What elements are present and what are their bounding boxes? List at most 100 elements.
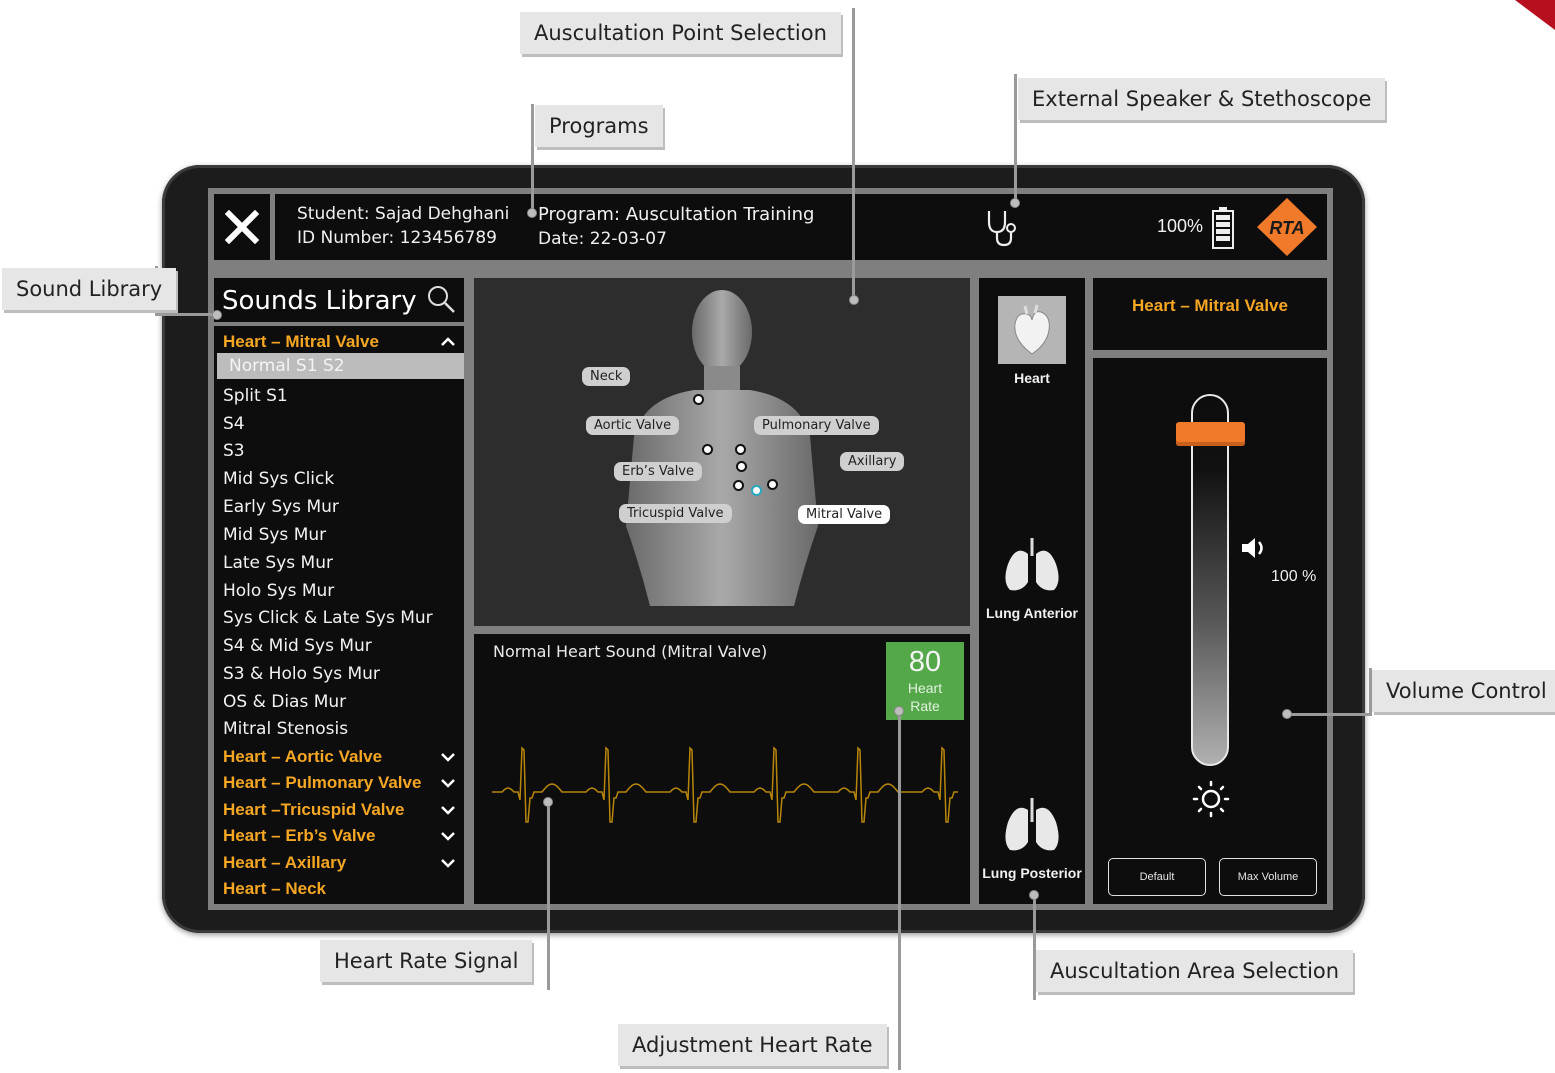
heart-rate-value: 80 xyxy=(908,646,942,678)
selected-sound-label: Normal S1 S2 xyxy=(229,356,345,376)
leader-line xyxy=(1290,713,1372,716)
brightness-icon[interactable] xyxy=(1192,780,1230,818)
area-lung-posterior-button[interactable]: Lung Posterior xyxy=(979,796,1085,881)
leader-dot xyxy=(543,797,553,807)
point-neck[interactable] xyxy=(693,394,704,405)
chevron-down-icon[interactable] xyxy=(440,828,456,844)
auscultation-area-selector: Heart Lung Anterior Lung Posterior xyxy=(979,278,1085,904)
area-lung-anterior-button[interactable]: Lung Anterior xyxy=(979,536,1085,621)
sound-item[interactable]: Late Sys Mur xyxy=(223,553,333,573)
point-label-tricuspid[interactable]: Tricuspid Valve xyxy=(619,504,732,523)
header-bar: Student: Sajad Dehghani ID Number: 12345… xyxy=(275,194,1327,260)
lungs-icon xyxy=(1005,538,1059,591)
leader-dot xyxy=(1029,890,1039,900)
chevron-up-icon[interactable] xyxy=(440,334,456,350)
stethoscope-icon[interactable] xyxy=(983,208,1019,248)
sounds-library-list: Heart – Mitral Valve Normal S1 S2 Split … xyxy=(214,326,464,904)
point-label-neck[interactable]: Neck xyxy=(582,367,631,386)
battery-icon xyxy=(1212,207,1234,249)
student-name: Student: Sajad Dehghani xyxy=(297,204,510,224)
volume-control-panel: 100 % Default Max Volume xyxy=(1093,358,1327,904)
student-id: ID Number: 123456789 xyxy=(297,228,497,248)
sound-item[interactable]: S3 xyxy=(223,441,245,461)
leader-line xyxy=(852,8,855,300)
sound-item[interactable]: Holo Sys Mur xyxy=(223,581,334,601)
speaker-icon xyxy=(1242,538,1263,558)
sound-item[interactable]: S4 xyxy=(223,414,245,434)
leader-dot xyxy=(849,295,859,305)
category-mitral-valve[interactable]: Heart – Mitral Valve xyxy=(223,332,379,352)
point-aortic[interactable] xyxy=(702,444,713,455)
area-lung-anterior-label: Lung Anterior xyxy=(985,605,1079,621)
max-volume-button[interactable]: Max Volume xyxy=(1219,858,1317,896)
point-label-pulmonary[interactable]: Pulmonary Valve xyxy=(754,416,879,435)
sound-item[interactable]: OS & Dias Mur xyxy=(223,692,346,712)
lungs-posterior-icon xyxy=(1005,798,1059,851)
point-tricuspid[interactable] xyxy=(733,480,744,491)
point-erbs[interactable] xyxy=(736,461,747,472)
point-axillary[interactable] xyxy=(767,479,778,490)
search-icon[interactable] xyxy=(426,284,456,314)
callout-auscultation-point: Auscultation Point Selection xyxy=(520,12,841,54)
program-date: Date: 22-03-07 xyxy=(538,229,667,249)
callout-adjust-heart-rate: Adjustment Heart Rate xyxy=(618,1024,887,1066)
sound-item[interactable]: Mid Sys Click xyxy=(223,469,334,489)
heart-signal-trace xyxy=(492,746,958,823)
category-neck[interactable]: Heart – Neck xyxy=(223,879,326,899)
battery-percent: 100% xyxy=(1157,216,1204,236)
point-mitral[interactable] xyxy=(751,485,762,496)
close-button[interactable] xyxy=(214,194,270,260)
category-erbs-valve[interactable]: Heart – Erb’s Valve xyxy=(223,826,375,846)
point-label-aortic[interactable]: Aortic Valve xyxy=(586,416,680,435)
signal-title: Normal Heart Sound (Mitral Valve) xyxy=(493,642,768,661)
chevron-down-icon[interactable] xyxy=(440,749,456,765)
leader-line xyxy=(531,104,534,214)
leader-line xyxy=(1014,74,1017,202)
area-heart-label: Heart xyxy=(1014,370,1050,386)
sound-item[interactable]: Sys Click & Late Sys Mur xyxy=(223,608,433,628)
volume-slider-thumb[interactable] xyxy=(1176,422,1245,446)
library-title: Sounds Library xyxy=(222,286,417,316)
leader-dot xyxy=(1010,198,1020,208)
callout-external-speaker: External Speaker & Stethoscope xyxy=(1018,78,1386,120)
leader-line xyxy=(547,802,550,990)
point-pulmonary[interactable] xyxy=(735,444,746,455)
selected-sound-item[interactable]: Normal S1 S2 xyxy=(217,353,464,379)
sound-item[interactable]: Early Sys Mur xyxy=(223,497,339,517)
library-header: Sounds Library xyxy=(214,278,464,322)
category-axillary[interactable]: Heart – Axillary xyxy=(223,853,346,873)
torso-figure xyxy=(626,290,818,606)
point-label-axillary[interactable]: Axillary xyxy=(840,452,905,471)
chevron-down-icon[interactable] xyxy=(440,802,456,818)
heart-icon xyxy=(998,296,1066,364)
volume-sound-title: Heart – Mitral Valve xyxy=(1132,296,1288,315)
sound-item[interactable]: Mid Sys Mur xyxy=(223,525,326,545)
leader-dot xyxy=(527,208,537,218)
sound-item[interactable]: S3 & Holo Sys Mur xyxy=(223,664,380,684)
area-heart-button[interactable]: Heart xyxy=(979,296,1085,386)
point-label-mitral[interactable]: Mitral Valve xyxy=(798,505,891,524)
svg-text:RTA: RTA xyxy=(1269,218,1304,238)
corner-mark xyxy=(1515,0,1555,30)
close-icon xyxy=(225,210,259,244)
volume-level-text: 100 % xyxy=(1271,568,1317,585)
volume-slider-track[interactable] xyxy=(1191,394,1229,766)
sound-item[interactable]: Split S1 xyxy=(223,386,288,406)
category-pulmonary-valve[interactable]: Heart – Pulmonary Valve xyxy=(223,773,421,793)
sound-item[interactable]: Mitral Stenosis xyxy=(223,719,348,739)
default-volume-button[interactable]: Default xyxy=(1108,858,1206,896)
auscultation-body-view: Neck Aortic Valve Pulmonary Valve Erb’s … xyxy=(474,278,970,626)
category-aortic-valve[interactable]: Heart – Aortic Valve xyxy=(223,747,382,767)
leader-line xyxy=(155,313,219,316)
callout-volume-control: Volume Control xyxy=(1372,670,1555,712)
brand-logo: RTA xyxy=(1255,196,1319,258)
callout-heart-rate-signal: Heart Rate Signal xyxy=(320,940,533,982)
sound-item[interactable]: S4 & Mid Sys Mur xyxy=(223,636,372,656)
category-tricuspid-valve[interactable]: Heart –Tricuspid Valve xyxy=(223,800,404,820)
area-lung-posterior-label: Lung Posterior xyxy=(982,865,1082,881)
chevron-down-icon[interactable] xyxy=(440,775,456,791)
callout-sound-library: Sound Library xyxy=(2,268,177,310)
point-label-erbs[interactable]: Erb’s Valve xyxy=(614,462,703,481)
heart-rate-label: Heart Rate xyxy=(907,680,943,714)
chevron-down-icon[interactable] xyxy=(440,855,456,871)
